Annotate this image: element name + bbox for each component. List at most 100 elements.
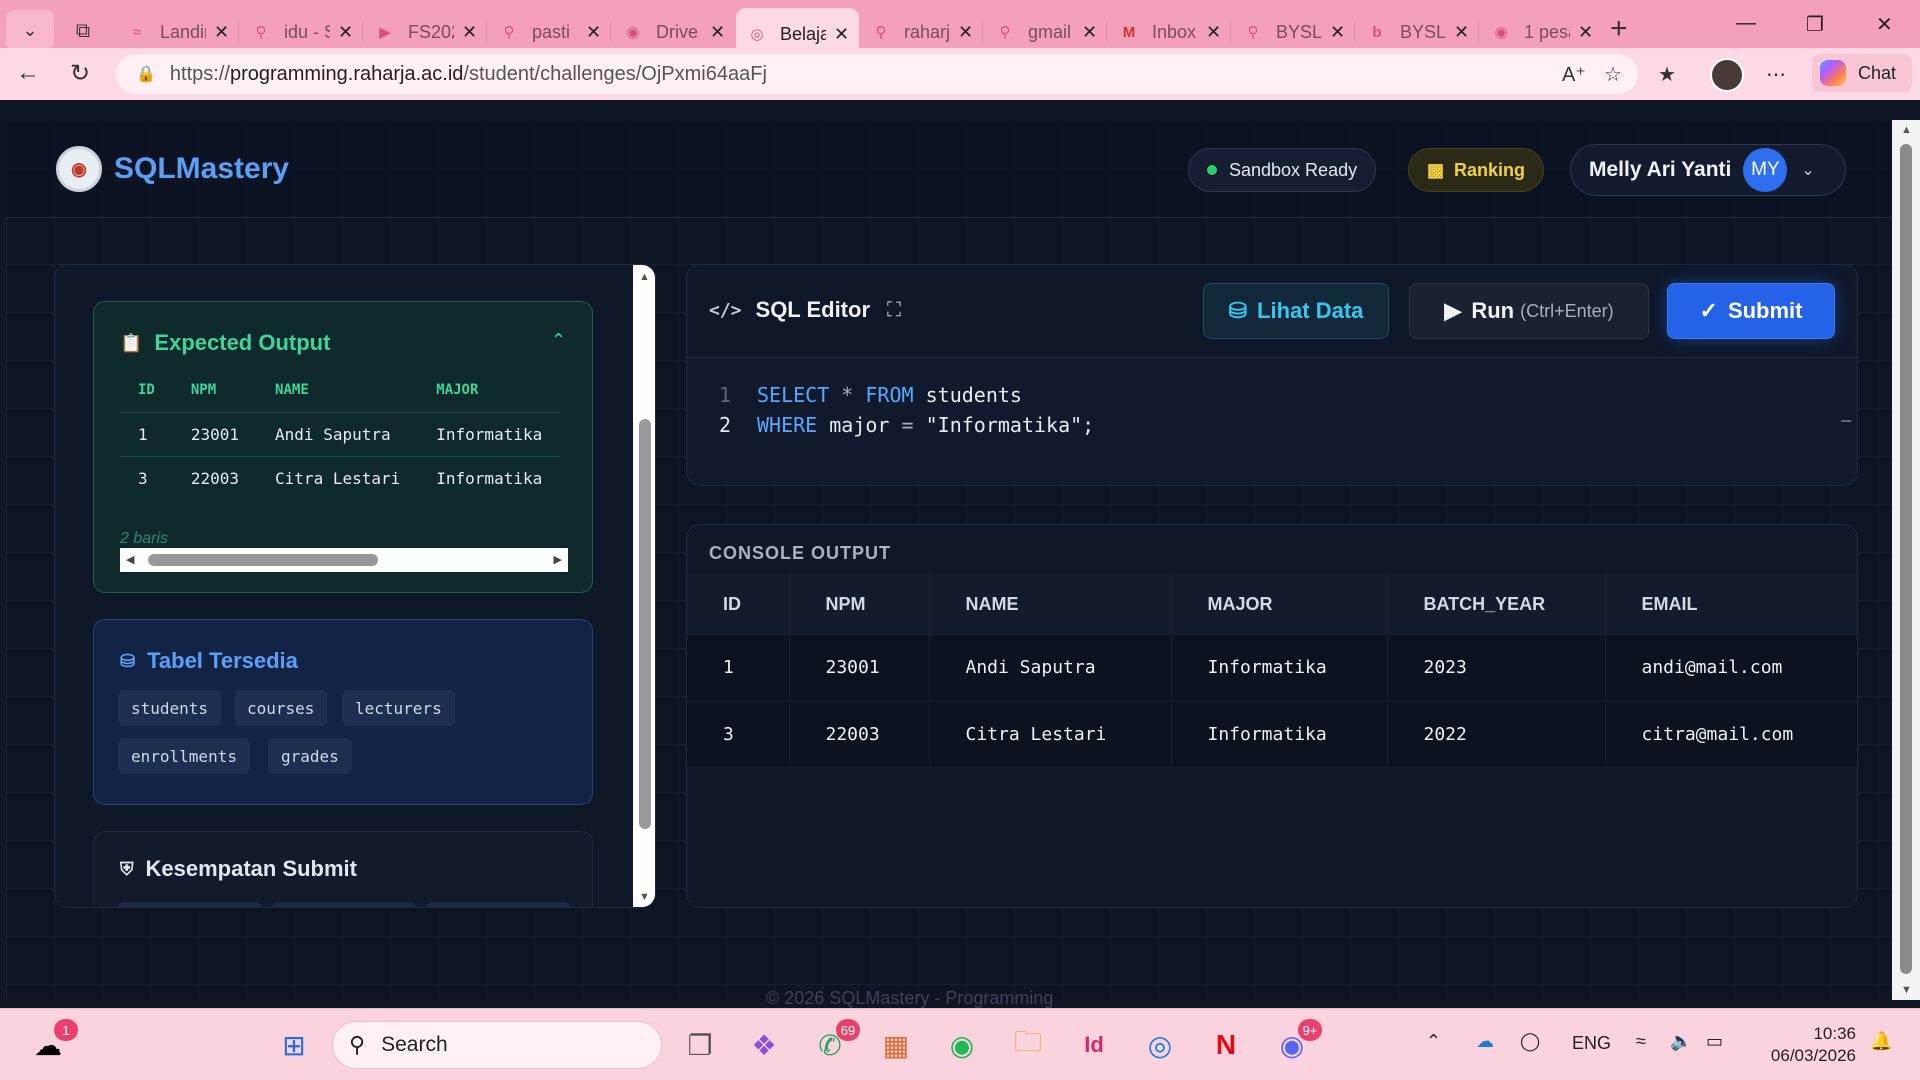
table-tag-students[interactable]: students [118,690,222,726]
close-icon[interactable]: ✕ [1454,22,1469,43]
microsoft-store-icon[interactable]: ▦ [876,1025,916,1065]
console-result-table: ID NPM NAME MAJOR BATCH_YEAR EMAIL 1 230… [687,573,1857,768]
horizontal-scrollbar[interactable]: ◀ ▶ [120,548,568,572]
challenge-sidebar: 📋 Expected Output ⌃ ID NPM NAME MAJOR 1 … [54,264,656,908]
edge-browser-icon[interactable]: ◎ [1140,1025,1180,1065]
editor-toolbar: </> SQL Editor ⛶ ⛁ Lihat Data ▶ Run (Ctr… [687,265,1857,357]
read-aloud-icon[interactable]: A⁺ [1562,62,1586,87]
table-cell: 3 [687,701,790,768]
table-cell: 2023 [1387,635,1606,702]
run-button[interactable]: ▶ Run (Ctrl+Enter) [1409,283,1649,339]
table-cell: 22003 [172,456,258,500]
close-icon[interactable]: ✕ [834,24,849,45]
task-view-icon[interactable]: ❐ [680,1025,720,1065]
close-icon[interactable]: ✕ [462,22,477,43]
close-icon[interactable]: ✕ [1082,22,1097,43]
close-icon[interactable]: ✕ [586,22,601,43]
scroll-down-icon[interactable]: ▼ [639,891,650,903]
close-icon[interactable]: ✕ [710,22,725,43]
show-hidden-icons-icon[interactable]: ⌃ [1426,1031,1441,1052]
code-area[interactable]: 1 SELECT * FROM students 2 WHERE major =… [687,357,1857,485]
scroll-up-icon[interactable]: ▲ [639,271,650,283]
scrollbar-thumb[interactable] [1900,144,1912,974]
bar-chart-icon: ▩ [1427,159,1445,180]
weather-widget-icon[interactable]: ☁ 1 [28,1019,78,1065]
ranking-button[interactable]: ▩ Ranking [1408,148,1545,192]
table-cell: 22003 [789,701,930,768]
indesign-icon[interactable]: Id [1074,1025,1114,1065]
onedrive-icon[interactable]: ☁ [1476,1031,1494,1052]
brand-title[interactable]: SQLMastery [114,152,289,186]
favorites-icon[interactable]: ★ [1658,62,1676,87]
column-header: ID [138,382,155,398]
scrollbar-thumb[interactable] [148,554,378,566]
table-cell: Informatika [418,456,561,500]
favorite-star-icon[interactable]: ☆ [1604,62,1622,87]
back-button[interactable]: ← [16,59,40,87]
user-menu[interactable]: Melly Ari Yanti MY ⌄ [1570,144,1846,196]
battery-icon[interactable]: ▭ [1706,1031,1723,1052]
taskbar-search[interactable]: ⚲ Search [332,1021,662,1069]
avatar: MY [1743,148,1788,192]
table-tag-enrollments[interactable]: enrollments [118,738,250,774]
close-window-button[interactable]: ✕ [1876,12,1893,37]
sidebar-scrollbar[interactable]: ▲ ▼ [633,265,655,907]
table-row: 3 22003 Citra Lestari Informatika 2022 c… [687,701,1857,768]
notification-bell-icon[interactable]: 🔔 [1870,1031,1892,1052]
workspaces-icon[interactable]: ⧉ [66,14,100,48]
scroll-right-icon[interactable]: ▶ [554,553,562,566]
page-scrollbar[interactable]: ▲ ▼ [1892,120,1920,1000]
scroll-down-icon[interactable]: ▼ [1901,984,1912,996]
search-icon: ⚲ [255,24,267,41]
start-menu-icon[interactable]: ⊞ [274,1025,314,1065]
column-header: MAJOR [1171,573,1388,635]
shield-icon: ⛨ [120,858,134,879]
table-tag-courses[interactable]: courses [234,690,328,726]
close-icon[interactable]: ✕ [1578,22,1593,43]
whatsapp-icon[interactable]: ✆ 69 [810,1019,860,1065]
close-icon[interactable]: ✕ [338,22,353,43]
profile-avatar[interactable] [1710,58,1744,92]
editor-title: </> SQL Editor [709,297,871,322]
restore-button[interactable]: ❐ [1806,12,1824,37]
submit-chance-slot [272,902,416,907]
file-explorer-icon[interactable]: 🗀 [1008,1025,1048,1065]
chevron-up-icon[interactable]: ⌃ [551,330,566,351]
table-tag-grades[interactable]: grades [268,738,352,774]
new-tab-button[interactable]: + [1610,12,1628,46]
submit-button[interactable]: ✓ Submit [1667,283,1835,339]
copilot-app-icon[interactable]: ❖ [744,1025,784,1065]
submit-chance-slot [426,902,570,907]
scroll-up-icon[interactable]: ▲ [1901,124,1912,136]
refresh-button[interactable]: ↻ [70,59,90,88]
close-icon[interactable]: ✕ [214,22,229,43]
close-icon[interactable]: ✕ [958,22,973,43]
check-icon: ✓ [1699,298,1718,323]
view-data-button[interactable]: ⛁ Lihat Data [1203,283,1389,339]
app-page: ◉ SQLMastery Sandbox Ready ▩ Ranking Mel… [6,120,1892,1008]
sync-icon[interactable]: ◯ [1520,1031,1540,1052]
search-icon: ⚲ [1247,24,1259,41]
scroll-left-icon[interactable]: ◀ [126,553,134,566]
tab-actions-menu[interactable]: ⌄ [6,10,54,50]
scrollbar-thumb[interactable] [639,419,651,829]
wifi-icon[interactable]: ≈ [1636,1031,1646,1052]
fullscreen-icon[interactable]: ⛶ [887,299,901,322]
more-menu-icon[interactable]: ⋯ [1766,62,1786,87]
minimize-button[interactable]: — [1736,12,1756,35]
language-indicator[interactable]: ENG [1572,1033,1611,1054]
table-cell: Informatika [1171,701,1388,768]
table-tag-lecturers[interactable]: lecturers [342,690,455,726]
spotify-icon[interactable]: ◉ [942,1025,982,1065]
address-field[interactable]: 🔒 https://programming.raharja.ac.id/stud… [116,54,1638,94]
discord-icon[interactable]: ◉ 9+ [1272,1019,1322,1065]
clipboard-icon: 📋 [120,332,143,353]
copilot-icon [1820,60,1846,86]
volume-icon[interactable]: 🔈 [1670,1031,1692,1052]
close-icon[interactable]: ✕ [1206,22,1221,43]
close-icon[interactable]: ✕ [1330,22,1345,43]
copilot-chat-button[interactable]: Chat [1812,54,1912,92]
table-cell: 1 [687,635,790,702]
system-clock[interactable]: 10:36 06/03/2026 [1762,1023,1856,1067]
netflix-icon[interactable]: N [1206,1025,1246,1065]
